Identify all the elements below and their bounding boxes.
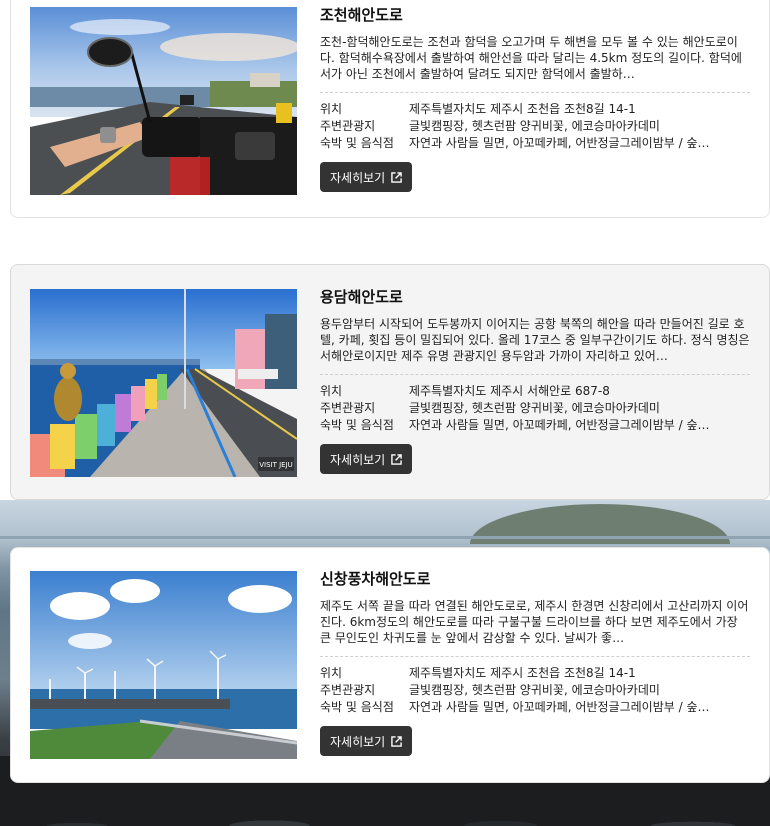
- place-title[interactable]: 신창풍차해안도로: [320, 568, 750, 590]
- place-description: 조천-함덕해안도로는 조천과 함덕을 오고가며 두 해변을 모두 볼 수 있는 …: [320, 35, 742, 81]
- location-label: 위치: [320, 384, 343, 398]
- place-thumbnail[interactable]: [30, 571, 297, 759]
- lodging-value: 자연과 사람들 밀면, 아꼬떼카페, 어반정글그레이밤부 / 숲…: [409, 700, 710, 714]
- mermaid-statue-coast-photo: VISIT JEJU: [30, 289, 297, 477]
- nearby-label: 주변관광지: [320, 119, 376, 133]
- lodging-value: 자연과 사람들 밀면, 아꼬떼카페, 어반정글그레이밤부 / 숲…: [409, 418, 710, 432]
- divider: [320, 656, 750, 657]
- nearby-row: 주변관광지 글빛캠핑장, 헷츠런팜 양귀비꽃, 에코승마아카데미: [320, 682, 750, 699]
- nearby-label: 주변관광지: [320, 401, 376, 415]
- external-link-icon: [391, 735, 402, 747]
- location-label: 위치: [320, 102, 343, 116]
- external-link-icon: [391, 171, 402, 183]
- lodging-row: 숙박 및 음식점 자연과 사람들 밀면, 아꼬떼카페, 어반정글그레이밤부 / …: [320, 699, 750, 716]
- lodging-row: 숙박 및 음식점 자연과 사람들 밀면, 아꼬떼카페, 어반정글그레이밤부 / …: [320, 135, 750, 152]
- place-info: 신창풍차해안도로 제주도 서쪽 끝을 따라 연결된 해안도로로, 제주시 한경면…: [320, 568, 750, 756]
- nearby-value: 글빛캠핑장, 헷츠런팜 양귀비꽃, 에코승마아카데미: [409, 401, 660, 415]
- location-value: 제주특별자치도 제주시 서해안로 687-8: [409, 384, 610, 398]
- lodging-label: 숙박 및 음식점: [320, 700, 394, 714]
- place-thumbnail[interactable]: [30, 7, 297, 195]
- location-label: 위치: [320, 666, 343, 680]
- location-value: 제주특별자치도 제주시 조천읍 조천8길 14-1: [409, 666, 636, 680]
- place-title[interactable]: 조천해안도로: [320, 4, 750, 26]
- location-value: 제주특별자치도 제주시 조천읍 조천8길 14-1: [409, 102, 636, 116]
- place-card: 신창풍차해안도로 제주도 서쪽 끝을 따라 연결된 해안도로로, 제주시 한경면…: [10, 547, 770, 783]
- horizon-line: [0, 536, 770, 539]
- scooter-coast-photo: [30, 7, 297, 195]
- location-row: 위치 제주특별자치도 제주시 조천읍 조천8길 14-1: [320, 101, 750, 118]
- more-button[interactable]: 자세히보기: [320, 444, 413, 474]
- nearby-value: 글빛캠핑장, 헷츠런팜 양귀비꽃, 에코승마아카데미: [409, 683, 660, 697]
- external-link-icon: [391, 453, 402, 465]
- place-thumbnail[interactable]: VISIT JEJU: [30, 289, 297, 477]
- divider: [320, 374, 750, 375]
- windmill-coast-photo: [30, 571, 297, 759]
- nearby-label: 주변관광지: [320, 683, 376, 697]
- place-description: 제주도 서쪽 끝을 따라 연결된 해안도로로, 제주시 한경면 신창리에서 고산…: [320, 599, 749, 645]
- location-row: 위치 제주특별자치도 제주시 서해안로 687-8: [320, 383, 750, 400]
- place-card: VISIT JEJU 용담해안도로 용두암부터 시작되어 도두봉까지 이어지는 …: [10, 264, 770, 500]
- lodging-row: 숙박 및 음식점 자연과 사람들 밀면, 아꼬떼카페, 어반정글그레이밤부 / …: [320, 417, 750, 434]
- place-card: 조천해안도로 조천-함덕해안도로는 조천과 함덕을 오고가며 두 해변을 모두 …: [10, 0, 770, 218]
- divider: [320, 92, 750, 93]
- more-button-label: 자세히보기: [330, 170, 386, 185]
- nearby-value: 글빛캠핑장, 헷츠런팜 양귀비꽃, 에코승마아카데미: [409, 119, 660, 133]
- more-button[interactable]: 자세히보기: [320, 162, 413, 192]
- more-button[interactable]: 자세히보기: [320, 726, 413, 756]
- location-row: 위치 제주특별자치도 제주시 조천읍 조천8길 14-1: [320, 665, 750, 682]
- photo-watermark: VISIT JEJU: [259, 461, 293, 469]
- place-description: 용두암부터 시작되어 도두봉까지 이어지는 공항 북쪽의 해안을 따라 만들어진…: [320, 317, 750, 363]
- place-info: 용담해안도로 용두암부터 시작되어 도두봉까지 이어지는 공항 북쪽의 해안을 …: [320, 286, 750, 474]
- lodging-value: 자연과 사람들 밀면, 아꼬떼카페, 어반정글그레이밤부 / 숲…: [409, 136, 710, 150]
- more-button-label: 자세히보기: [330, 452, 386, 467]
- more-button-label: 자세히보기: [330, 734, 386, 749]
- lodging-label: 숙박 및 음식점: [320, 136, 394, 150]
- nearby-row: 주변관광지 글빛캠핑장, 헷츠런팜 양귀비꽃, 에코승마아카데미: [320, 400, 750, 417]
- lodging-label: 숙박 및 음식점: [320, 418, 394, 432]
- nearby-row: 주변관광지 글빛캠핑장, 헷츠런팜 양귀비꽃, 에코승마아카데미: [320, 118, 750, 135]
- place-info: 조천해안도로 조천-함덕해안도로는 조천과 함덕을 오고가며 두 해변을 모두 …: [320, 4, 750, 192]
- place-title[interactable]: 용담해안도로: [320, 286, 750, 308]
